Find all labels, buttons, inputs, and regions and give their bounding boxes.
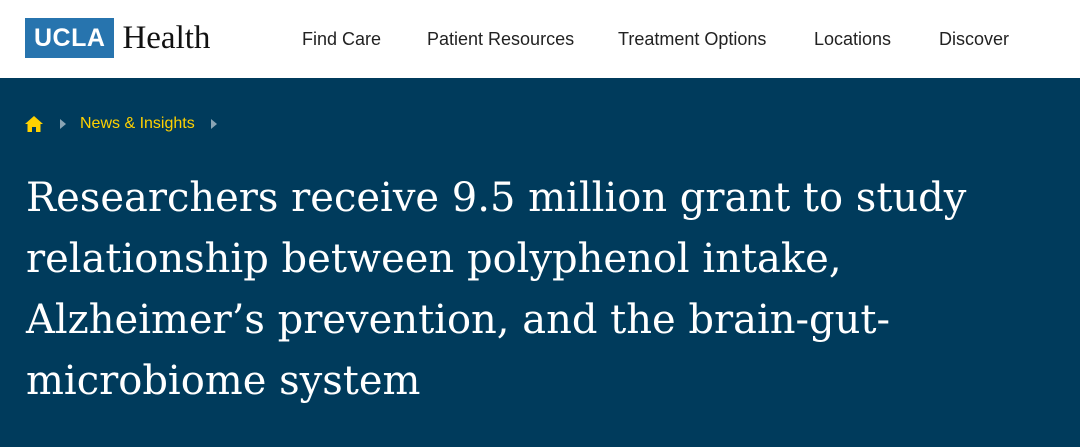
nav-patient-resources[interactable]: Patient Resources xyxy=(427,0,574,78)
logo-wordmark: Health xyxy=(122,20,211,56)
article-title: Researchers receive 9.5 million grant to… xyxy=(26,175,967,404)
logo-mark: UCLA xyxy=(25,18,115,58)
ucla-health-logo[interactable]: UCLA Health xyxy=(25,18,210,58)
breadcrumb: News & Insights xyxy=(24,114,217,134)
nav-discover[interactable]: Discover xyxy=(939,0,1009,78)
breadcrumb-separator-icon xyxy=(210,119,217,129)
nav-find-care[interactable]: Find Care xyxy=(302,0,381,78)
site-header: UCLA Health Find Care Patient Resources … xyxy=(0,0,1080,78)
nav-locations[interactable]: Locations xyxy=(814,0,891,78)
breadcrumb-news-insights[interactable]: News & Insights xyxy=(80,115,195,133)
home-icon[interactable] xyxy=(24,115,44,133)
breadcrumb-separator-icon xyxy=(60,119,66,129)
article-hero: News & Insights Researchers receive 9.5 … xyxy=(0,78,1080,447)
nav-treatment-options[interactable]: Treatment Options xyxy=(618,0,766,78)
